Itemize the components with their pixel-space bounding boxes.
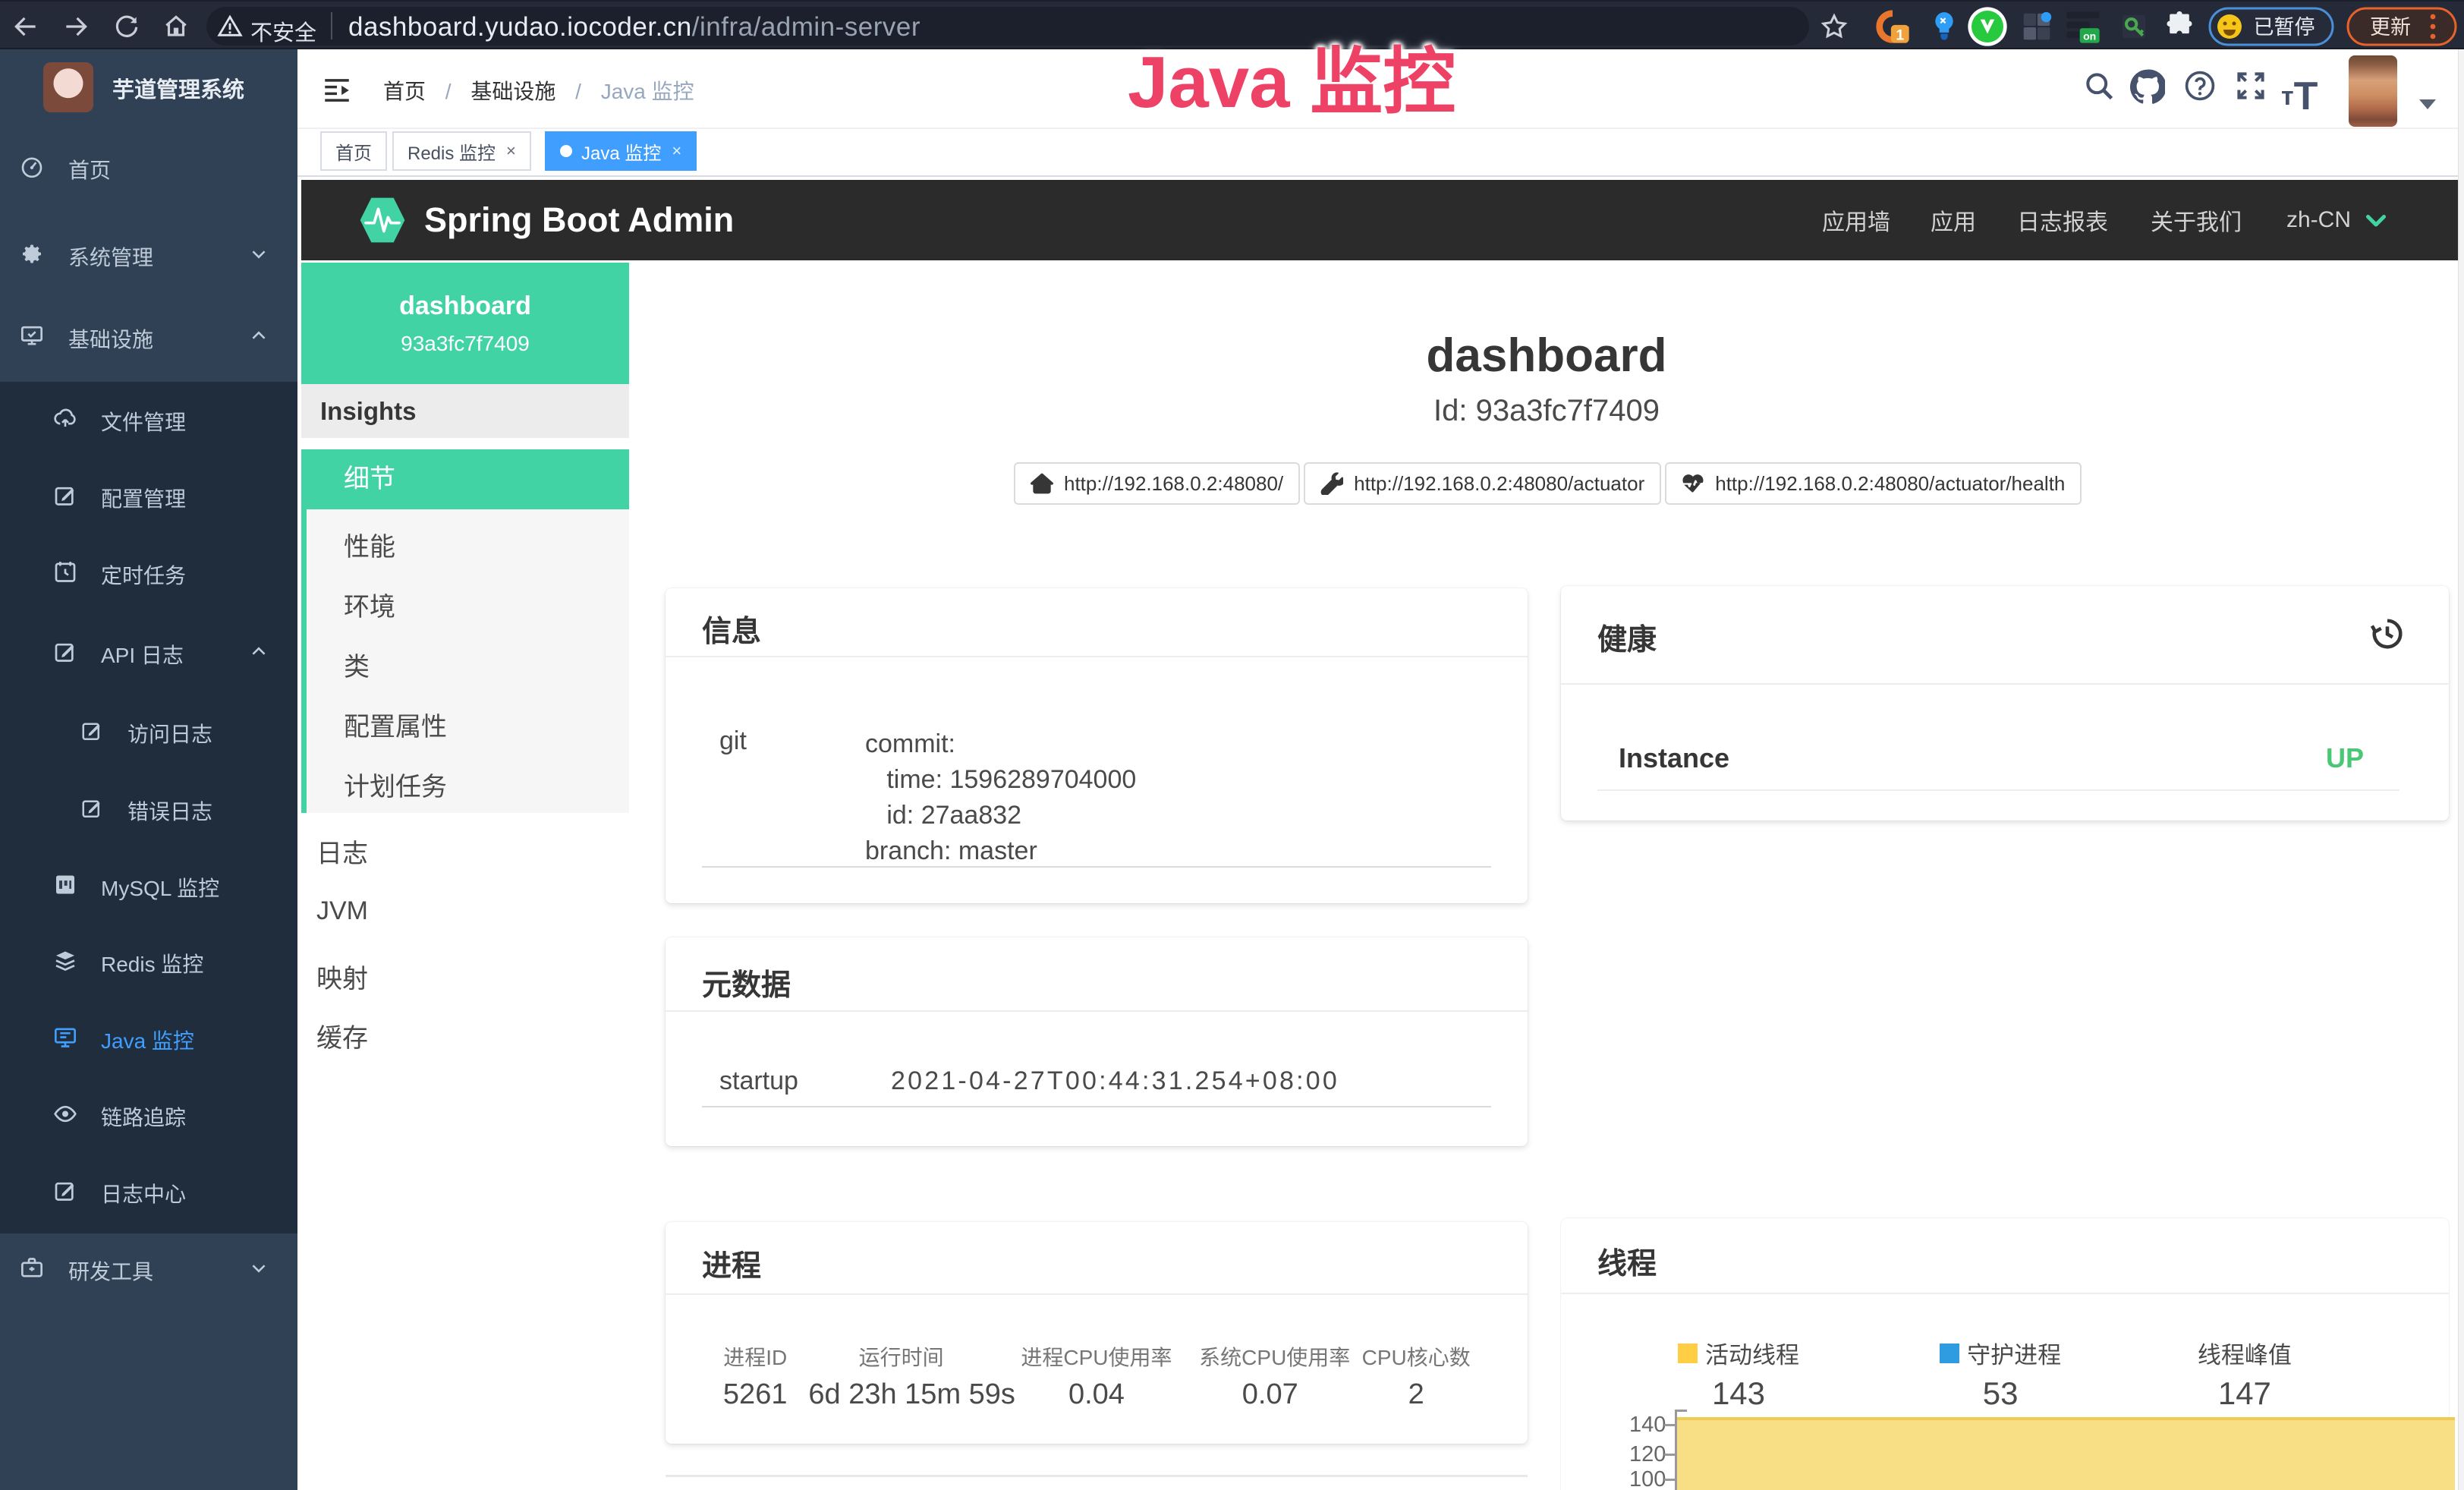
svg-text:on: on: [2083, 30, 2096, 42]
svg-text:1: 1: [1896, 27, 1904, 43]
svg-text:已暂停: 已暂停: [2254, 16, 2315, 39]
svg-text:更新: 更新: [2370, 16, 2411, 39]
